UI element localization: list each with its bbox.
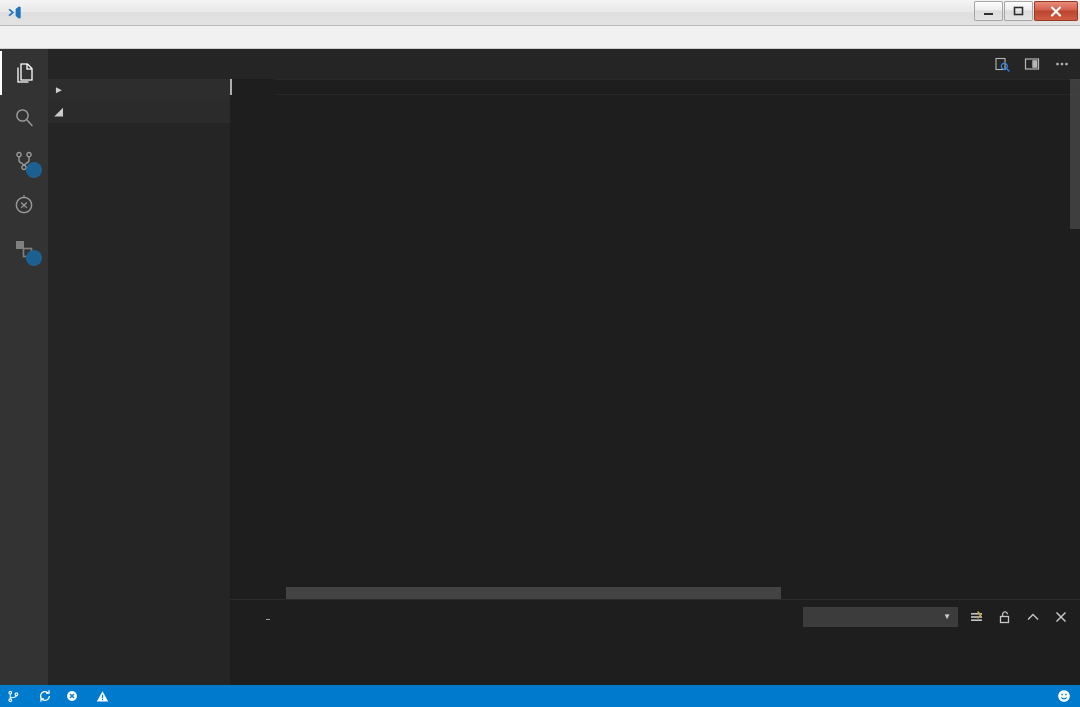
output-channel-select[interactable]: ▼ [803,606,958,627]
menu-help[interactable] [116,34,134,40]
git-branch-icon [8,690,19,702]
file-tree[interactable] [48,123,230,685]
tab-debug-console[interactable] [290,613,294,620]
panel-actions: ▼ [803,606,1080,627]
menubar [0,26,1080,49]
editor-horizontal-scrollbar[interactable] [276,587,1080,599]
close-button[interactable] [1034,1,1078,21]
chevron-right-icon: ▸ [56,84,62,96]
editor-tabs [230,49,1080,79]
status-branch[interactable] [0,685,31,707]
activity-debug[interactable] [0,183,48,227]
vertical-scrollbar-thumb[interactable] [1070,79,1080,229]
tab-output[interactable] [266,613,270,620]
bottom-panel: ▼ [230,599,1080,685]
code-editor[interactable] [230,79,1080,599]
sidebar-title [48,49,230,79]
status-bar [0,685,1080,707]
menu-selection[interactable] [44,34,62,40]
error-icon [67,691,77,701]
lock-icon[interactable] [996,608,1014,626]
close-icon[interactable] [1052,608,1070,626]
activity-source-control[interactable] [0,139,48,183]
menu-file[interactable] [8,34,26,40]
files-icon [17,63,33,83]
activity-explorer[interactable] [0,51,48,95]
vscode-logo-icon [6,5,22,21]
menu-edit[interactable] [26,34,44,40]
status-language-mode[interactable] [1022,685,1036,707]
ellipsis-icon[interactable] [1052,54,1072,74]
smiley-icon [1058,690,1070,702]
status-bar-right [966,685,1080,707]
minimize-button[interactable] [974,1,1003,21]
sync-icon [40,690,50,702]
chevron-up-icon[interactable] [1024,608,1042,626]
tab-terminal[interactable] [314,613,318,620]
status-eol[interactable] [1008,685,1022,707]
horizontal-scrollbar-thumb[interactable] [286,587,781,599]
menu-go[interactable] [80,34,98,40]
editor-vertical-scrollbar[interactable] [1070,79,1080,599]
status-encoding[interactable] [994,685,1008,707]
menu-view[interactable] [62,34,80,40]
window-titlebar [0,0,1080,26]
split-icon[interactable] [1022,54,1042,74]
status-sync[interactable] [31,685,59,707]
status-errors[interactable] [59,685,89,707]
maximize-button[interactable] [1004,1,1033,21]
warning-icon [96,690,109,702]
debug-icon [15,195,33,214]
search-icon [16,109,33,127]
menu-debug[interactable] [98,34,116,40]
sidebar-explorer: ▸ ◢ [48,49,230,685]
status-feedback[interactable] [1050,685,1078,707]
editor-tab-actions [992,49,1080,79]
tab-problems[interactable] [242,613,246,620]
clear-icon[interactable] [968,608,986,626]
activity-search[interactable] [0,95,48,139]
section-open-editors[interactable]: ▸ [48,79,230,101]
panel-content [230,633,1080,685]
panel-header: ▼ [230,600,1080,633]
window-controls [974,1,1078,21]
status-cursor-position[interactable] [966,685,980,707]
status-typescript-version[interactable] [1036,685,1050,707]
source-control-badge [26,162,42,178]
text-cursor [230,79,232,95]
chevron-down-icon: ▼ [943,612,951,621]
activity-extensions[interactable] [0,227,48,271]
preview-icon[interactable] [992,54,1012,74]
status-warnings[interactable] [89,685,120,707]
extensions-badge [26,250,42,266]
section-habbo5[interactable]: ◢ [48,101,230,123]
status-indentation[interactable] [980,685,994,707]
chevron-down-icon: ◢ [54,106,64,118]
activity-bar [0,49,48,685]
editor-area: ▼ [230,49,1080,685]
